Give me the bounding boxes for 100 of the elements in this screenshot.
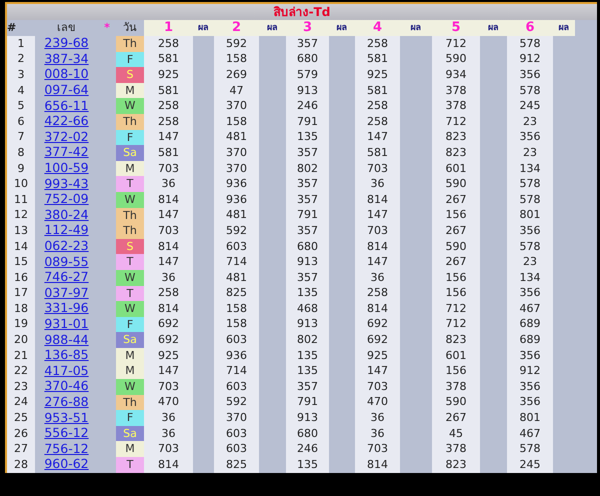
value-cell: 135 (286, 457, 329, 473)
number-link[interactable]: 422-66 (44, 113, 89, 128)
number-link[interactable]: 372-02 (44, 128, 89, 144)
row-number: 6 (7, 114, 35, 130)
value-cell: 158 (214, 52, 259, 68)
value-cell: 467 (507, 301, 553, 317)
value-cell: 245 (507, 457, 553, 473)
day-cell: F (116, 410, 144, 426)
value-cell: 36 (144, 270, 193, 286)
number-link[interactable]: 037-97 (44, 284, 89, 300)
value-cell: 936 (214, 192, 259, 208)
day-cell: Th (116, 394, 144, 410)
value-cell: 913 (286, 316, 329, 332)
value-cell: 134 (507, 160, 553, 176)
value-cell: 825 (214, 457, 259, 473)
number-link[interactable]: 960-62 (44, 456, 89, 472)
value-cell: 370 (214, 160, 259, 176)
row-number: 19 (7, 316, 35, 332)
day-cell: S (116, 238, 144, 254)
value-cell: 468 (286, 301, 329, 317)
number-link[interactable]: 097-64 (44, 82, 89, 98)
number-link[interactable]: 417-05 (44, 362, 89, 378)
number-link[interactable]: 377-42 (44, 144, 89, 160)
value-cell: 692 (144, 332, 193, 348)
column-header: 2 (214, 20, 259, 36)
number-link[interactable]: 387-34 (44, 50, 89, 66)
value-cell: 814 (355, 238, 400, 254)
value-cell: 481 (214, 208, 259, 224)
number-link[interactable]: 656-11 (44, 98, 89, 113)
column-header: ผล (193, 20, 214, 36)
number-link[interactable]: 100-59 (44, 160, 89, 176)
day-cell: M (116, 441, 144, 458)
row-number: 12 (7, 208, 35, 224)
number-link[interactable]: 752-09 (44, 191, 89, 206)
value-cell: 135 (286, 363, 329, 380)
number-link[interactable]: 931-01 (44, 316, 89, 331)
number-link[interactable]: 062-23 (44, 238, 89, 254)
number-link[interactable]: 380-24 (44, 206, 89, 222)
value-cell: 470 (355, 394, 400, 410)
value-cell: 791 (286, 208, 329, 224)
number-link[interactable]: 331-96 (44, 300, 89, 316)
value-cell: 147 (355, 254, 400, 270)
day-cell: W (116, 301, 144, 317)
column-header: ผล (400, 20, 432, 36)
day-cell: M (116, 348, 144, 364)
sheet-title: สิบล่าง-Td (274, 5, 330, 19)
row-number: 17 (7, 286, 35, 302)
value-cell: 590 (432, 52, 480, 68)
value-cell: 578 (507, 238, 553, 254)
number-link[interactable]: 239-68 (44, 35, 89, 50)
value-cell: 934 (432, 67, 480, 83)
value-cell: 267 (432, 254, 480, 270)
value-cell: 158 (214, 316, 259, 332)
number-link[interactable]: 008-10 (44, 66, 89, 82)
value-cell: 814 (144, 238, 193, 254)
row-number: 21 (7, 348, 35, 364)
value-cell: 356 (507, 379, 553, 395)
value-cell: 714 (214, 363, 259, 380)
column-header: # (7, 20, 35, 36)
day-cell: W (116, 270, 144, 286)
value-cell: 135 (286, 348, 329, 364)
value-cell: 258 (355, 286, 400, 302)
value-cell: 47 (214, 82, 259, 98)
day-cell: F (116, 52, 144, 68)
value-cell: 258 (144, 286, 193, 302)
value-cell: 36 (144, 176, 193, 192)
value-cell: 158 (214, 301, 259, 317)
value-cell: 703 (144, 441, 193, 458)
value-cell: 712 (432, 316, 480, 332)
value-cell: 245 (507, 98, 553, 114)
row-number: 14 (7, 238, 35, 254)
value-cell: 823 (432, 130, 480, 146)
number-link[interactable]: 136-85 (44, 347, 89, 362)
value-cell: 814 (355, 301, 400, 317)
number-link[interactable]: 988-44 (44, 332, 89, 347)
number-link[interactable]: 746-27 (44, 269, 89, 284)
value-cell: 147 (144, 254, 193, 270)
value-cell: 357 (286, 36, 329, 52)
number-link[interactable]: 993-43 (44, 176, 89, 191)
number-link[interactable]: 276-88 (44, 394, 89, 409)
value-cell: 156 (432, 286, 480, 302)
value-cell: 603 (214, 426, 259, 442)
value-cell: 147 (144, 208, 193, 224)
value-cell: 912 (507, 363, 553, 380)
row-number: 4 (7, 82, 35, 98)
number-link[interactable]: 089-55 (44, 254, 89, 269)
value-cell: 258 (355, 98, 400, 114)
number-link[interactable]: 953-51 (44, 410, 89, 425)
column-header: 1 (144, 20, 193, 36)
value-cell: 578 (507, 192, 553, 208)
number-link[interactable]: 112-49 (44, 222, 89, 238)
column-header: 5 (432, 20, 480, 36)
number-link[interactable]: 370-46 (44, 378, 89, 394)
column-header: ผล (259, 20, 286, 36)
value-cell: 581 (355, 52, 400, 68)
value-cell: 378 (432, 441, 480, 458)
number-link[interactable]: 756-12 (44, 440, 89, 456)
value-cell: 481 (214, 270, 259, 286)
value-cell: 158 (214, 114, 259, 130)
number-link[interactable]: 556-12 (44, 425, 89, 440)
